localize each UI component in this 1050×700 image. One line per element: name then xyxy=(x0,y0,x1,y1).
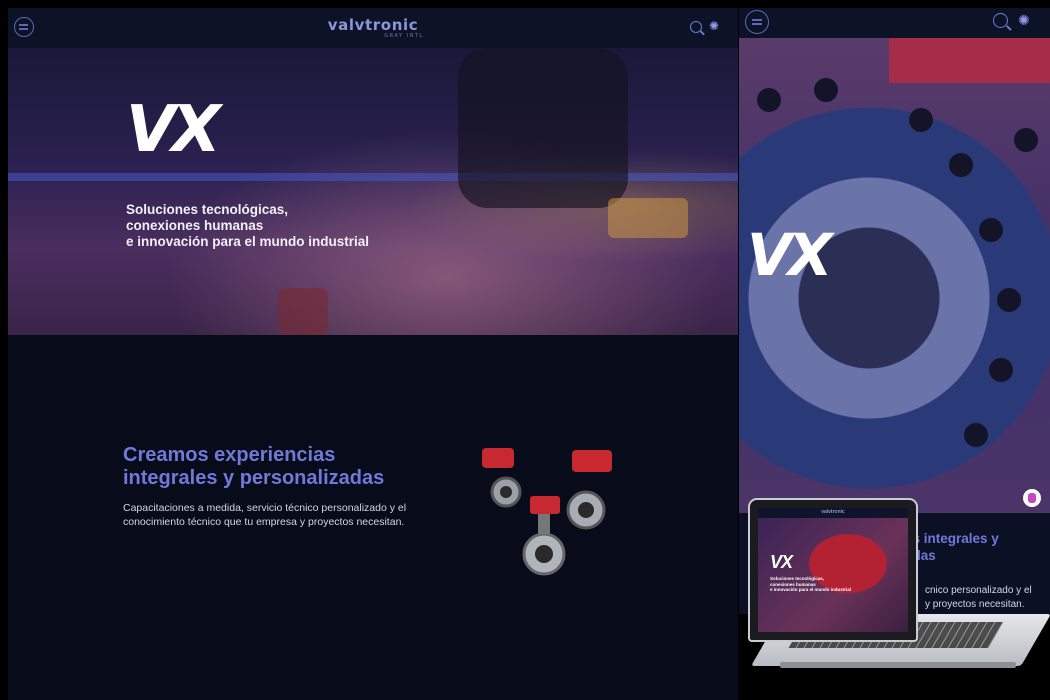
laptop-screen: valvtronic VX Soluciones tecnológicas, c… xyxy=(758,508,908,632)
screen-tagline: Soluciones tecnológicas, conexiones huma… xyxy=(770,576,851,593)
desktop-mockup: valvtronic GRAY INTL ✺ VX Soluciones tec… xyxy=(8,8,738,700)
flange-hole xyxy=(964,423,988,447)
flange-hole xyxy=(989,358,1013,382)
screen-hero-image xyxy=(758,518,908,632)
brand-name: valvtronic xyxy=(327,16,419,34)
flange-hole xyxy=(757,88,781,112)
desktop-header: valvtronic GRAY INTL ✺ xyxy=(8,8,738,48)
sun-icon[interactable]: ✺ xyxy=(1018,12,1030,28)
menu-icon[interactable] xyxy=(745,10,769,34)
mobile-header: ✺ xyxy=(739,8,1050,38)
screen-vx-logo: VX xyxy=(770,552,793,572)
industrial-valves-image xyxy=(482,448,612,576)
valve-bore xyxy=(578,502,594,518)
flange-hole xyxy=(979,218,1003,242)
actuator xyxy=(572,450,612,472)
hero-shape xyxy=(608,198,688,238)
actuator xyxy=(530,496,560,514)
hero-light-bar xyxy=(8,173,738,181)
screen-brand: valvtronic xyxy=(821,509,845,515)
heading-line: Creamos experiencias xyxy=(123,444,336,466)
brand-logo[interactable]: valvtronic GRAY INTL xyxy=(8,17,738,39)
section-heading: Creamos experiencias integrales y person… xyxy=(123,444,384,490)
tagline-line: conexiones humanas xyxy=(126,218,264,233)
hero-banner xyxy=(8,48,738,335)
heading-line: integrales y personalizadas xyxy=(123,467,385,489)
valve-stem xyxy=(538,514,550,534)
laptop-edge xyxy=(780,662,1016,668)
flange-hole xyxy=(997,288,1021,312)
laptop-mockup: valvtronic VX Soluciones tecnológicas, c… xyxy=(744,498,1050,673)
valve-bore xyxy=(500,486,512,498)
hero-tagline: Soluciones tecnológicas, conexiones huma… xyxy=(126,202,369,250)
screen-tagline-line: e innovación para el mundo industrial xyxy=(770,587,852,592)
flange-hole xyxy=(814,78,838,102)
flange-hole xyxy=(949,153,973,177)
hero-shape xyxy=(458,48,628,208)
sun-icon[interactable]: ✺ xyxy=(709,19,719,33)
hero-shape xyxy=(278,288,328,335)
tagline-line: e innovación para el mundo industrial xyxy=(126,234,370,249)
flange-hole xyxy=(1014,128,1038,152)
flange-hole xyxy=(909,108,933,132)
search-icon[interactable] xyxy=(993,13,1008,28)
section-body: Capacitaciones a medida, servicio técnic… xyxy=(123,502,407,528)
hero-shape xyxy=(889,38,1050,83)
laptop-lid: valvtronic VX Soluciones tecnológicas, c… xyxy=(748,498,918,642)
vx-logo: VX xyxy=(747,221,833,289)
vx-logo: VX xyxy=(126,93,221,167)
actuator xyxy=(482,448,514,468)
tagline-line: Soluciones tecnológicas, xyxy=(126,202,289,217)
valve-bore xyxy=(535,545,553,563)
search-icon[interactable] xyxy=(690,21,702,33)
